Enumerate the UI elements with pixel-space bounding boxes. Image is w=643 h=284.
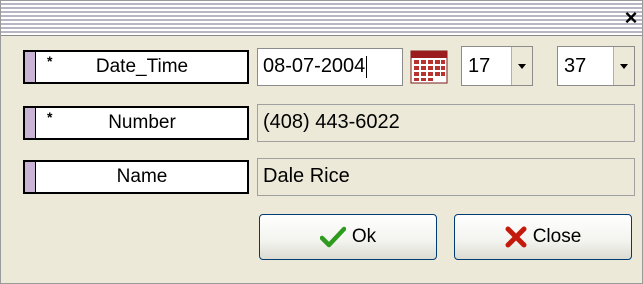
- number-value: (408) 443-6022: [263, 111, 400, 133]
- label-name: Name: [23, 160, 249, 194]
- close-icon[interactable]: ×: [622, 7, 640, 29]
- number-label: Number: [108, 112, 176, 133]
- name-field[interactable]: Dale Rice: [257, 158, 635, 196]
- hour-value: 17: [468, 55, 491, 77]
- title-bar[interactable]: ×: [1, 1, 642, 36]
- dialog-window: × * Date_Time 08-07-2004 17 37 * Number …: [0, 0, 643, 284]
- date-time-label: Date_Time: [95, 56, 189, 77]
- date-field[interactable]: 08-07-2004: [257, 48, 403, 86]
- close-button[interactable]: Close: [454, 214, 632, 260]
- close-label: Close: [532, 226, 582, 247]
- number-field[interactable]: (408) 443-6022: [257, 104, 635, 142]
- label-date-time: * Date_Time: [23, 50, 249, 84]
- chevron-down-icon[interactable]: [613, 47, 634, 85]
- name-value: Dale Rice: [263, 165, 350, 187]
- row-marker: [25, 52, 36, 82]
- minute-value: 37: [564, 55, 587, 77]
- label-number: * Number: [23, 106, 249, 140]
- red-x-icon: [505, 226, 527, 248]
- name-label: Name: [116, 166, 168, 187]
- minute-select[interactable]: 37: [557, 46, 635, 86]
- ok-button[interactable]: Ok: [259, 214, 437, 260]
- date-value: 08-07-2004: [263, 55, 366, 77]
- ok-label: Ok: [351, 226, 377, 247]
- calendar-icon[interactable]: [410, 49, 448, 85]
- row-marker: [25, 162, 36, 192]
- chevron-down-icon[interactable]: [511, 47, 532, 85]
- checkmark-icon: [319, 226, 346, 248]
- text-caret: [366, 55, 368, 78]
- hour-select[interactable]: 17: [461, 46, 533, 86]
- row-marker: [25, 108, 36, 138]
